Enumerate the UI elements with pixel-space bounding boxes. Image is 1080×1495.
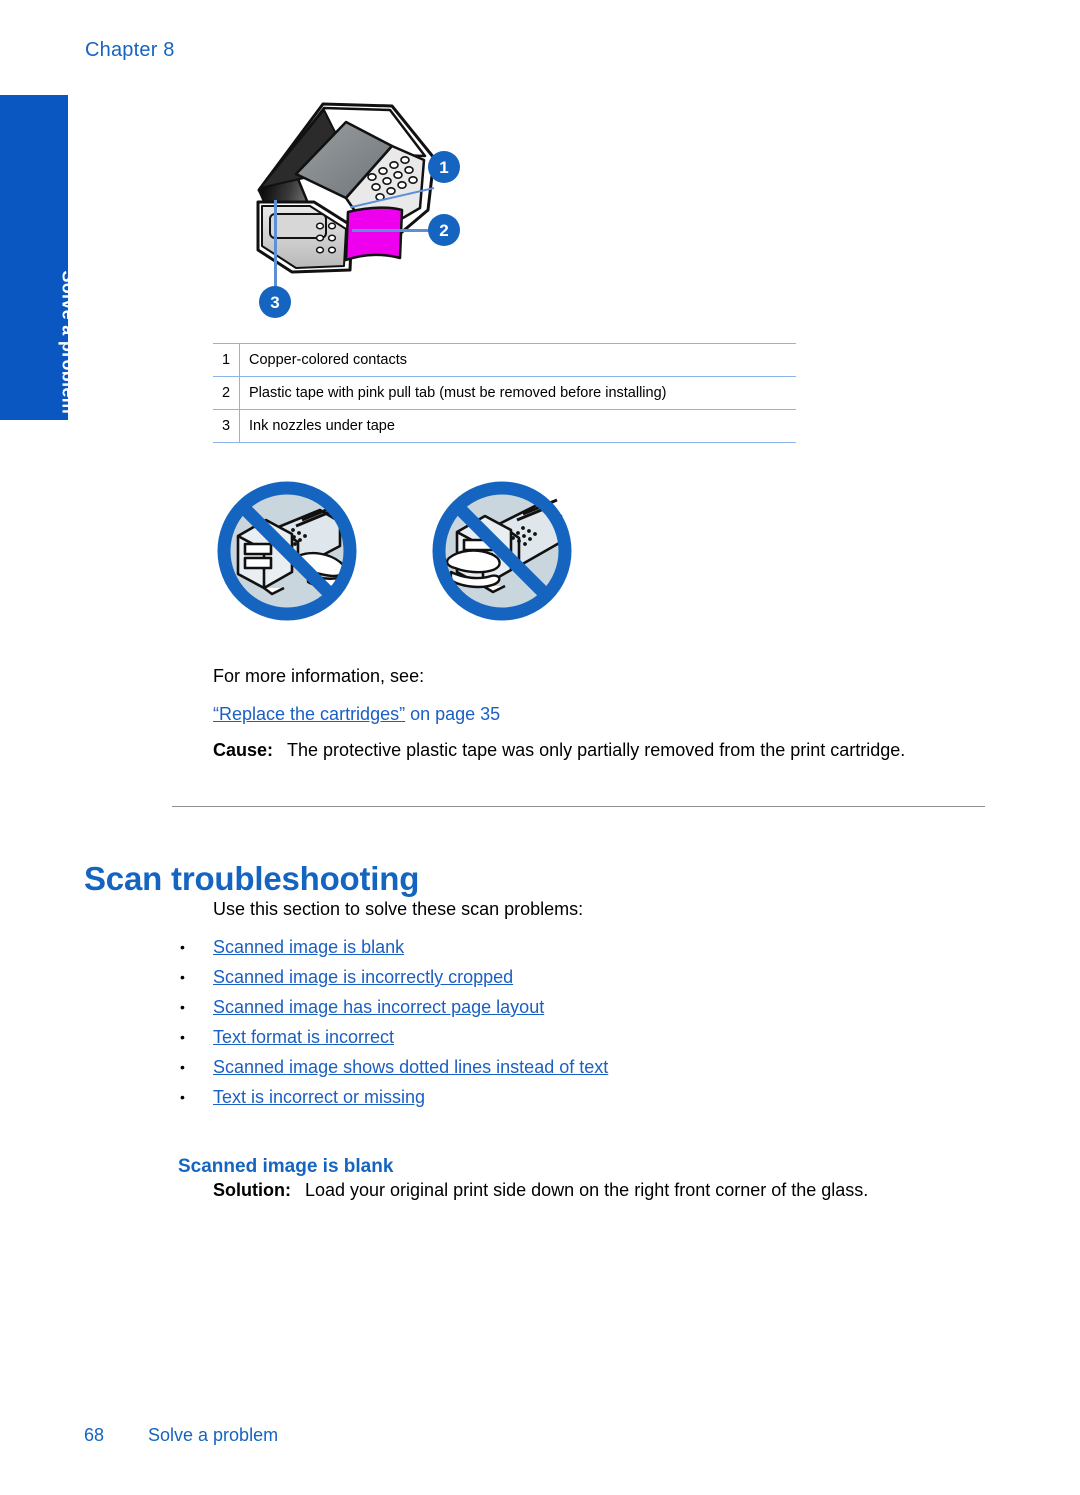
- document-page: Chapter 8 Solve a problem 1 2 3 1 Copper…: [0, 0, 1080, 1495]
- scan-problem-link-list: • Scanned image is blank • Scanned image…: [178, 932, 608, 1112]
- cross-reference-page-suffix: on page 35: [405, 704, 501, 724]
- section-divider: [172, 806, 985, 807]
- bullet-icon: •: [180, 999, 185, 1015]
- callout-badge-3: 3: [259, 286, 291, 318]
- legend-number: 2: [213, 376, 240, 410]
- subsection-title: Scanned image is blank: [178, 1155, 394, 1177]
- bullet-icon: •: [180, 939, 185, 955]
- callout-leader-line-3: [274, 200, 277, 292]
- more-information-text: For more information, see:: [213, 666, 425, 686]
- legend-number: 3: [213, 409, 240, 443]
- table-row: 3 Ink nozzles under tape: [213, 409, 796, 443]
- list-item[interactable]: • Scanned image is blank: [178, 932, 608, 962]
- bullet-icon: •: [180, 1059, 185, 1075]
- list-item[interactable]: • Text format is incorrect: [178, 1022, 608, 1052]
- section-intro-text: Use this section to solve these scan pro…: [213, 899, 584, 919]
- cross-reference-link-text[interactable]: “Replace the cartridges”: [213, 704, 405, 724]
- table-row: 2 Plastic tape with pink pull tab (must …: [213, 376, 796, 410]
- callout-badge-1: 1: [428, 151, 460, 183]
- legend-text: Plastic tape with pink pull tab (must be…: [239, 376, 796, 410]
- cross-reference-replace-cartridges[interactable]: “Replace the cartridges” on page 35: [213, 704, 500, 725]
- chapter-label: Chapter 8: [85, 39, 175, 61]
- scan-problem-link[interactable]: Scanned image has incorrect page layout: [213, 997, 544, 1017]
- scan-problem-link[interactable]: Text is incorrect or missing: [213, 1087, 425, 1107]
- side-tab-label: Solve a problem: [59, 270, 79, 414]
- do-not-touch-contacts-icon: [212, 476, 362, 626]
- bullet-icon: •: [180, 969, 185, 985]
- figure-legend-table: 1 Copper-colored contacts 2 Plastic tape…: [213, 343, 796, 443]
- cause-label: Cause:: [213, 740, 274, 760]
- scan-problem-link[interactable]: Scanned image is blank: [213, 937, 404, 957]
- legend-number: 1: [213, 343, 240, 377]
- page-title: Scan troubleshooting: [84, 860, 420, 898]
- list-item[interactable]: • Scanned image has incorrect page layou…: [178, 992, 608, 1022]
- scan-problem-link[interactable]: Scanned image shows dotted lines instead…: [213, 1057, 608, 1077]
- print-cartridge-figure: [196, 86, 496, 326]
- list-item[interactable]: • Scanned image is incorrectly cropped: [178, 962, 608, 992]
- solution-paragraph: Solution: Load your original print side d…: [213, 1178, 1003, 1202]
- legend-text: Copper-colored contacts: [239, 343, 796, 377]
- side-tab: Solve a problem: [0, 95, 79, 420]
- scan-problem-link[interactable]: Scanned image is incorrectly cropped: [213, 967, 513, 987]
- table-row: 1 Copper-colored contacts: [213, 343, 796, 377]
- footer-section-name: Solve a problem: [148, 1425, 279, 1445]
- footer-page-number: 68: [84, 1425, 105, 1445]
- do-not-touch-nozzles-icon: [427, 476, 577, 626]
- list-item[interactable]: • Scanned image shows dotted lines inste…: [178, 1052, 608, 1082]
- list-item[interactable]: • Text is incorrect or missing: [178, 1082, 608, 1112]
- scan-problem-link[interactable]: Text format is incorrect: [213, 1027, 394, 1047]
- callout-badge-2: 2: [428, 214, 460, 246]
- bullet-icon: •: [180, 1089, 185, 1105]
- cause-paragraph: Cause: The protective plastic tape was on…: [213, 738, 983, 762]
- cause-text: The protective plastic tape was only par…: [287, 740, 906, 760]
- solution-label: Solution:: [213, 1180, 291, 1200]
- bullet-icon: •: [180, 1029, 185, 1045]
- solution-text: Load your original print side down on th…: [304, 1180, 869, 1200]
- callout-leader-line-2: [352, 229, 432, 232]
- legend-text: Ink nozzles under tape: [239, 409, 796, 443]
